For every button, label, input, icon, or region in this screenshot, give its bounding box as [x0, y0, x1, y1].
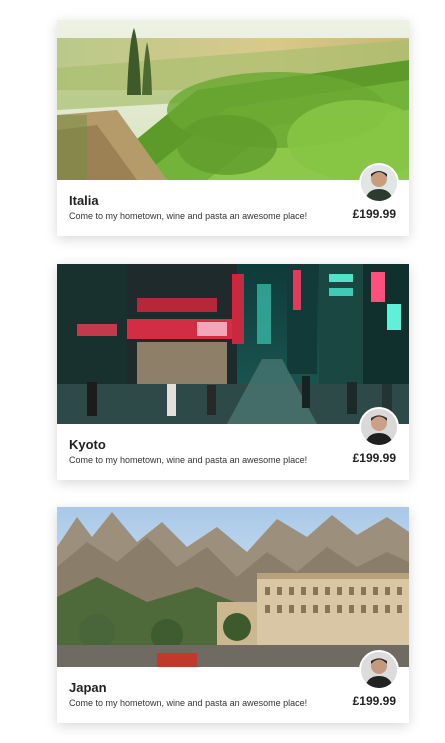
- destination-card-list: Italia Come to my hometown, wine and pas…: [0, 0, 445, 743]
- destination-card-kyoto[interactable]: Kyoto Come to my hometown, wine and past…: [57, 264, 409, 480]
- card-description: Come to my hometown, wine and pasta an a…: [69, 211, 308, 221]
- card-price: £199.99: [352, 451, 396, 465]
- mountain-monastery-photo: [57, 507, 409, 667]
- card-description: Come to my hometown, wine and pasta an a…: [69, 698, 308, 708]
- card-price: £199.99: [352, 694, 396, 708]
- destination-card-japan[interactable]: Japan Come to my hometown, wine and past…: [57, 507, 409, 723]
- vineyard-photo: [57, 20, 409, 180]
- destination-card-italia[interactable]: Italia Come to my hometown, wine and pas…: [57, 20, 409, 236]
- card-price: £199.99: [352, 207, 396, 221]
- host-avatar-japan[interactable]: [359, 650, 399, 690]
- card-title: Kyoto: [69, 437, 106, 452]
- host-avatar-italia[interactable]: [359, 163, 399, 203]
- card-title: Italia: [69, 193, 99, 208]
- host-avatar-kyoto[interactable]: [359, 407, 399, 447]
- neon-street-photo: [57, 264, 409, 424]
- card-title: Japan: [69, 680, 107, 695]
- card-description: Come to my hometown, wine and pasta an a…: [69, 455, 308, 465]
